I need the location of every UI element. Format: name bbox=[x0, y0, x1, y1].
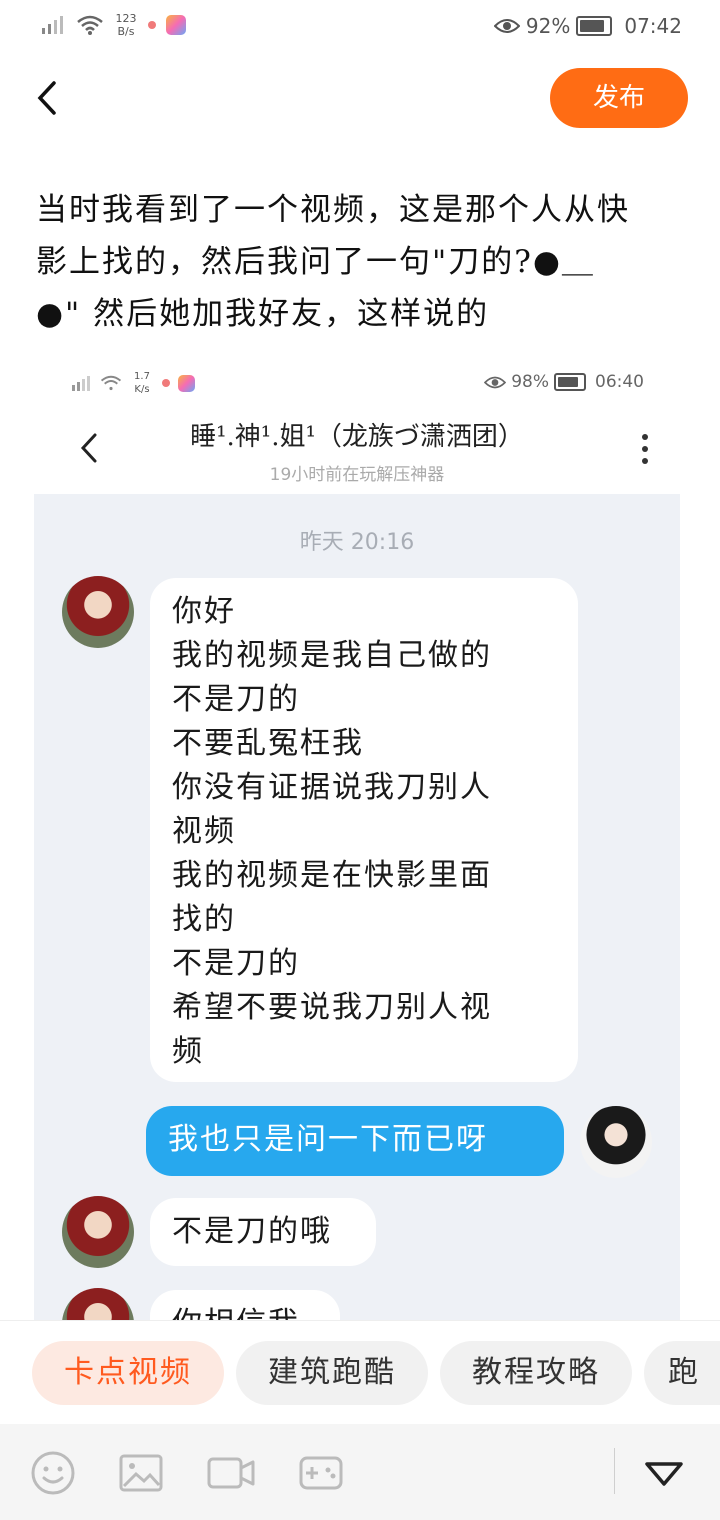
chat-area: 昨天 20:16 你好 我的视频是我自己做的 不是刀的 不要乱冤枉我 你没有证据… bbox=[34, 494, 680, 1320]
topic-tag-bar: 卡点视频 建筑跑酷 教程攻略 跑 bbox=[0, 1320, 720, 1425]
message-line: 不是刀的 bbox=[172, 946, 300, 981]
screenshot-status-bar: 1.7 K/s 98% 06:40 bbox=[34, 360, 680, 408]
game-icon bbox=[299, 1456, 343, 1490]
back-button[interactable] bbox=[34, 80, 70, 116]
battery-percent: 98% bbox=[511, 372, 549, 392]
video-icon bbox=[207, 1457, 255, 1489]
clock: 06:40 bbox=[595, 372, 644, 392]
toolbar-divider bbox=[614, 1448, 615, 1494]
message-line: 视频 bbox=[172, 814, 236, 849]
clock: 07:42 bbox=[624, 14, 682, 38]
notification-dot-icon bbox=[162, 379, 170, 387]
post-text[interactable]: 当时我看到了一个视频，这是那个人从快 影上找的，然后我问了一句"刀的?●＿ ●"… bbox=[36, 184, 686, 340]
message-line: 我也只是问一下而已呀 bbox=[168, 1122, 488, 1157]
message-line: 你好 bbox=[172, 594, 236, 629]
battery-percent: 92% bbox=[525, 14, 571, 38]
image-icon bbox=[119, 1454, 163, 1492]
wifi-icon bbox=[100, 375, 122, 391]
message-line: 我的视频是我自己做的 bbox=[172, 638, 492, 673]
status-bar: 123 B/s 92% 07:42 bbox=[0, 0, 720, 56]
chat-timestamp: 昨天 20:16 bbox=[299, 530, 415, 555]
publish-button[interactable]: 发布 bbox=[550, 68, 688, 128]
avatar bbox=[62, 1196, 134, 1268]
message-line: 你没有证据说我刀别人 bbox=[172, 770, 492, 805]
attached-screenshot[interactable]: 1.7 K/s 98% 06:40 睡¹.神¹.姐¹（龙族づ潇洒团） 19小时前… bbox=[34, 360, 680, 1320]
more-vertical-icon bbox=[642, 434, 650, 470]
chat-bubble-outgoing: 我也只是问一下而已呀 bbox=[146, 1106, 564, 1176]
image-button[interactable] bbox=[118, 1450, 164, 1496]
post-text-line: 当时我看到了一个视频，这是那个人从快 bbox=[36, 192, 630, 228]
signal-icon bbox=[42, 16, 63, 34]
network-speed: 123 B/s bbox=[115, 12, 137, 38]
chat-subtitle: 19小时前在玩解压神器 bbox=[269, 465, 445, 485]
chat-bubble-incoming: 不是刀的哦 bbox=[150, 1198, 376, 1266]
collapse-button[interactable] bbox=[642, 1450, 688, 1496]
message-line: 找的 bbox=[172, 902, 236, 937]
bottom-toolbar bbox=[0, 1424, 720, 1520]
collapse-icon bbox=[645, 1462, 683, 1486]
message-line: 不要乱冤枉我 bbox=[172, 726, 364, 761]
chat-bubble-incoming: 你好 我的视频是我自己做的 不是刀的 不要乱冤枉我 你没有证据说我刀别人 视频 … bbox=[150, 578, 578, 1082]
app-notification-icon bbox=[178, 374, 195, 392]
post-text-line: ●" 然后她加我好友，这样说的 bbox=[36, 296, 490, 332]
emoji-button[interactable] bbox=[30, 1450, 76, 1496]
eye-comfort-icon bbox=[484, 376, 507, 388]
notification-dot-icon bbox=[148, 21, 156, 29]
wifi-icon bbox=[77, 15, 103, 35]
game-button[interactable] bbox=[298, 1450, 344, 1496]
battery-icon bbox=[554, 373, 586, 391]
network-speed: 1.7 K/s bbox=[134, 371, 150, 395]
battery-icon bbox=[576, 16, 613, 36]
message-line: 我的视频是在快影里面 bbox=[172, 858, 492, 893]
avatar bbox=[62, 1288, 134, 1320]
tag-partial[interactable]: 跑 bbox=[644, 1341, 720, 1405]
chevron-left-icon bbox=[37, 81, 56, 115]
signal-icon bbox=[72, 376, 90, 391]
message-line: 不是刀的哦 bbox=[172, 1214, 332, 1249]
post-text-line: 影上找的，然后我问了一句"刀的?●＿ bbox=[36, 244, 595, 280]
tag-tutorial-guide[interactable]: 教程攻略 bbox=[440, 1341, 632, 1405]
message-line: 频 bbox=[172, 1034, 204, 1069]
tag-kadian-video[interactable]: 卡点视频 bbox=[32, 1341, 224, 1405]
message-line: 你相信我 bbox=[172, 1302, 318, 1320]
tag-building-parkour[interactable]: 建筑跑酷 bbox=[236, 1341, 428, 1405]
video-button[interactable] bbox=[206, 1450, 255, 1496]
chat-bubble-incoming: 你相信我 bbox=[150, 1290, 340, 1320]
chat-title: 睡¹.神¹.姐¹（龙族づ潇洒团） bbox=[190, 422, 524, 452]
eye-comfort-icon bbox=[493, 19, 520, 33]
avatar bbox=[62, 576, 134, 648]
emoji-icon bbox=[31, 1451, 75, 1495]
message-line: 希望不要说我刀别人视 bbox=[172, 990, 492, 1025]
app-notification-icon bbox=[166, 15, 186, 35]
avatar-self bbox=[580, 1106, 652, 1178]
message-line: 不是刀的 bbox=[172, 682, 300, 717]
